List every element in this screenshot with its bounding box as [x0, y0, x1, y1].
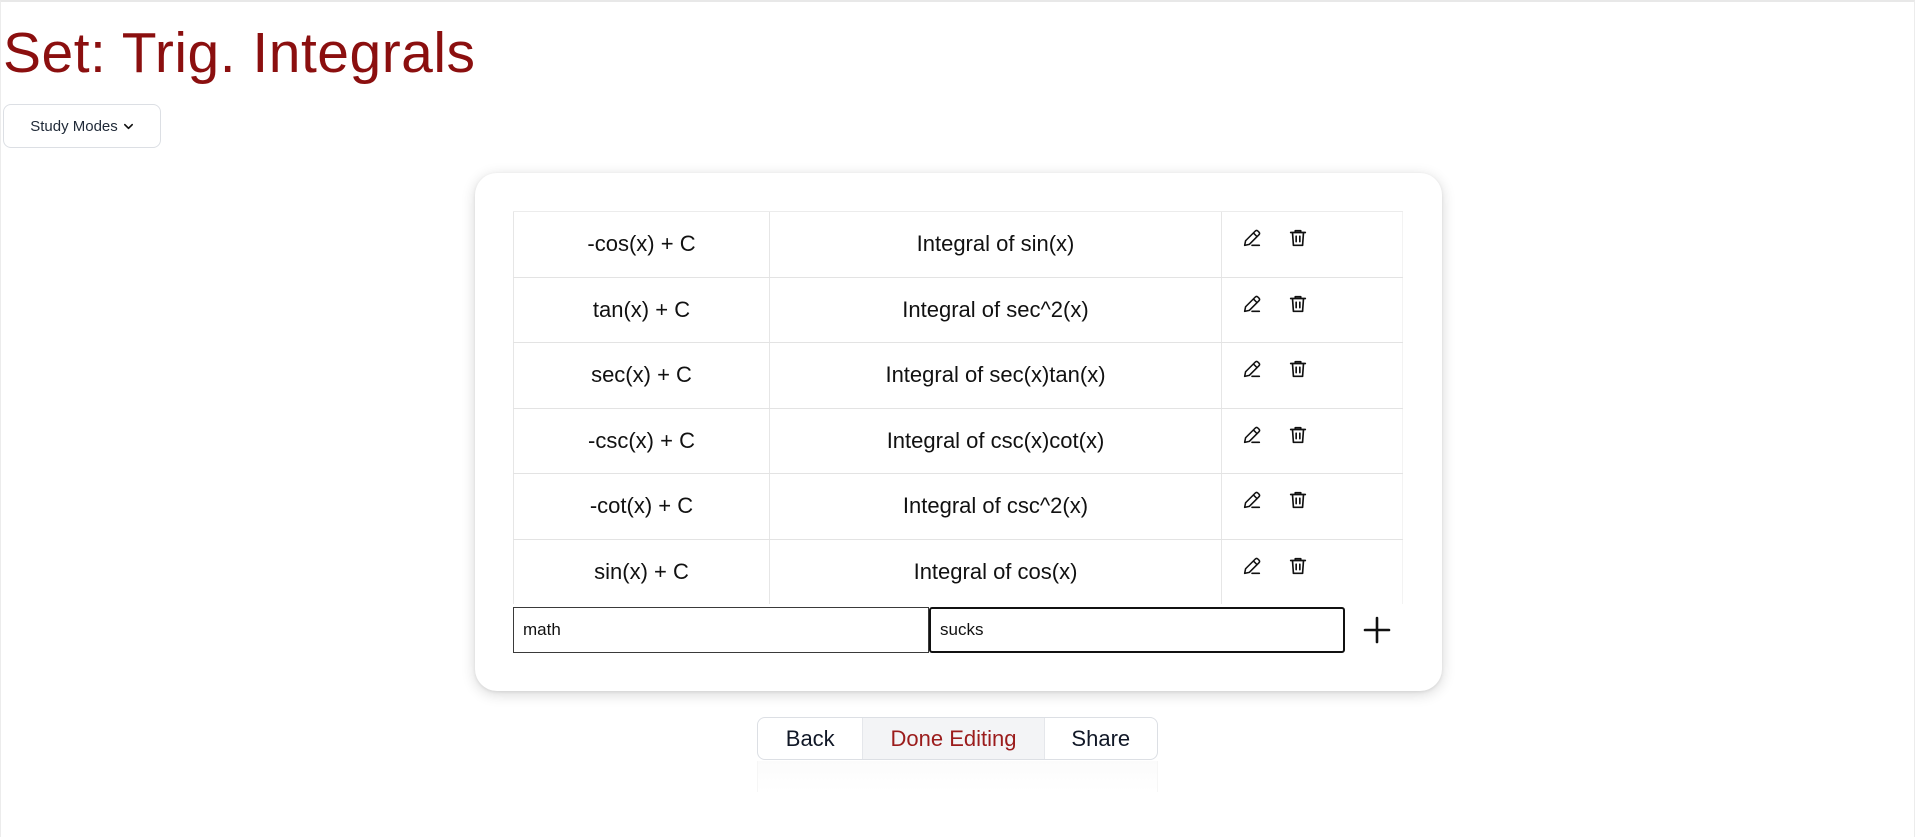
term-cell: -cos(x) + C [513, 212, 770, 277]
row-actions [1222, 539, 1403, 604]
trash-icon[interactable] [1286, 554, 1310, 578]
table-row: sin(x) + C Integral of cos(x) [513, 538, 1403, 604]
flashcard-table: -cos(x) + C Integral of sin(x) tan(x) + … [513, 211, 1403, 604]
term-cell: -csc(x) + C [513, 408, 770, 473]
definition-cell: Integral of csc^2(x) [770, 474, 1222, 539]
study-modes-label: Study Modes [30, 117, 118, 135]
term-cell: sec(x) + C [513, 343, 770, 408]
row-actions [1222, 277, 1403, 342]
table-row: -csc(x) + C Integral of csc(x)cot(x) [513, 407, 1403, 473]
definition-cell: Integral of sec(x)tan(x) [770, 343, 1222, 408]
definition-cell: Integral of sec^2(x) [770, 277, 1222, 342]
table-row: -cot(x) + C Integral of csc^2(x) [513, 473, 1403, 539]
pencil-icon[interactable] [1240, 292, 1264, 316]
definition-cell: Integral of csc(x)cot(x) [770, 408, 1222, 473]
table-row: -cos(x) + C Integral of sin(x) [513, 211, 1403, 277]
trash-icon[interactable] [1286, 357, 1310, 381]
table-row: tan(x) + C Integral of sec^2(x) [513, 276, 1403, 342]
trash-icon[interactable] [1286, 488, 1310, 512]
footer-button-group: Back Done Editing Share [757, 717, 1158, 760]
row-actions [1222, 474, 1403, 539]
pencil-icon[interactable] [1240, 554, 1264, 578]
button-group-reflection [757, 761, 1158, 792]
row-actions [1222, 408, 1403, 473]
pencil-icon[interactable] [1240, 226, 1264, 250]
flashcard-editor-panel: -cos(x) + C Integral of sin(x) tan(x) + … [475, 173, 1442, 691]
back-button[interactable]: Back [758, 718, 862, 759]
pencil-icon[interactable] [1240, 423, 1264, 447]
study-modes-dropdown[interactable]: Study Modes [3, 104, 161, 148]
share-button[interactable]: Share [1045, 718, 1157, 759]
new-card-row [513, 607, 1403, 653]
term-cell: sin(x) + C [513, 539, 770, 604]
trash-icon[interactable] [1286, 423, 1310, 447]
pencil-icon[interactable] [1240, 357, 1264, 381]
new-term-input[interactable] [513, 607, 929, 653]
trash-icon[interactable] [1286, 226, 1310, 250]
definition-cell: Integral of cos(x) [770, 539, 1222, 604]
plus-icon[interactable] [1357, 610, 1397, 650]
new-definition-input[interactable] [929, 607, 1345, 653]
trash-icon[interactable] [1286, 292, 1310, 316]
done-editing-button[interactable]: Done Editing [862, 718, 1045, 759]
row-actions [1222, 212, 1403, 277]
chevron-down-icon [123, 123, 133, 129]
row-actions [1222, 343, 1403, 408]
definition-cell: Integral of sin(x) [770, 212, 1222, 277]
term-cell: -cot(x) + C [513, 474, 770, 539]
page-title: Set: Trig. Integrals [3, 21, 476, 85]
table-row: sec(x) + C Integral of sec(x)tan(x) [513, 342, 1403, 408]
term-cell: tan(x) + C [513, 277, 770, 342]
pencil-icon[interactable] [1240, 488, 1264, 512]
